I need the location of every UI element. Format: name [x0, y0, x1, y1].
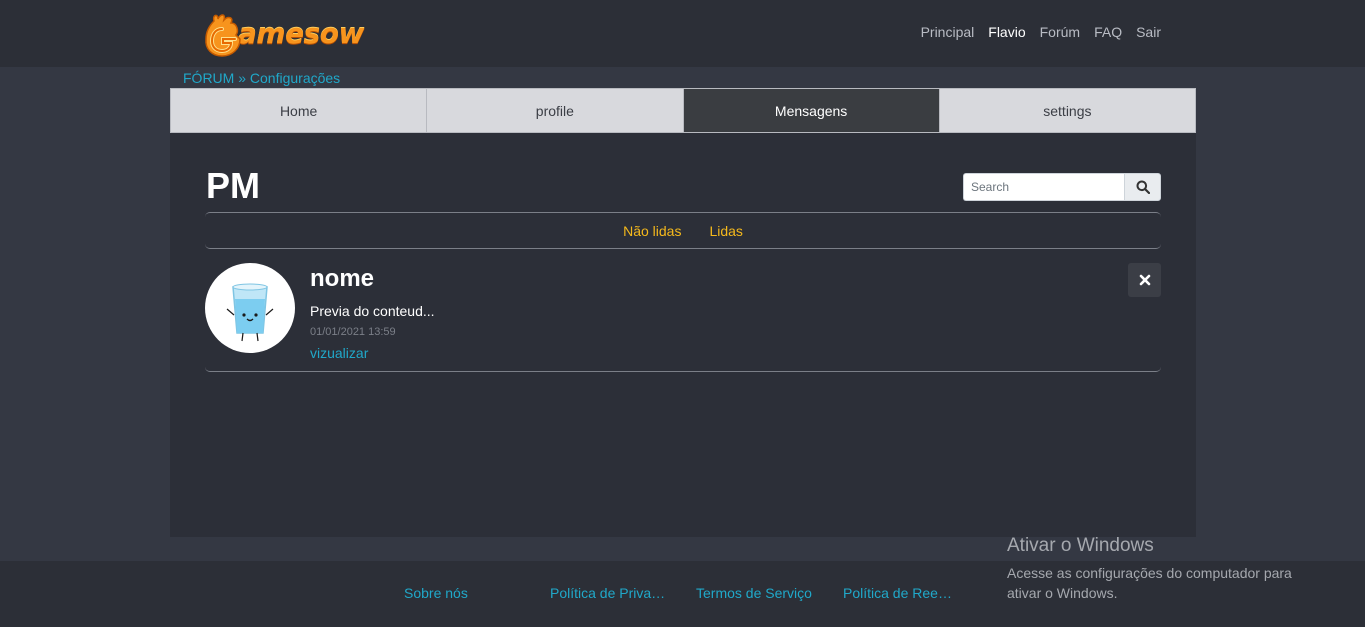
search-button[interactable]: [1124, 173, 1161, 201]
breadcrumb: FÓRUM » Configurações: [183, 70, 340, 86]
message-date: 01/01/2021 13:59: [310, 326, 396, 338]
search-box: [963, 173, 1161, 201]
tab-mensagens[interactable]: Mensagens: [683, 89, 940, 132]
search-icon: [1136, 180, 1150, 194]
top-nav: Principal Flavio Forúm FAQ Sair: [921, 24, 1161, 40]
messages-panel: PM Não lidas Lidas: [170, 133, 1196, 537]
close-icon: [1139, 274, 1150, 286]
nav-user-flavio[interactable]: Flavio: [988, 24, 1025, 40]
breadcrumb-current[interactable]: Configurações: [250, 70, 340, 86]
footer-link-refund[interactable]: Política de Reembolso: [843, 585, 960, 601]
breadcrumb-root[interactable]: FÓRUM: [183, 70, 234, 86]
filter-read[interactable]: Lidas: [709, 223, 742, 239]
breadcrumb-separator: »: [238, 70, 247, 86]
message-item: nome Previa do conteud... 01/01/2021 13:…: [205, 261, 1161, 372]
top-navbar: amesow Principal Flavio Forúm FAQ Sair: [0, 0, 1365, 67]
search-input[interactable]: [963, 173, 1124, 201]
tab-profile[interactable]: profile: [427, 89, 684, 132]
nav-sair[interactable]: Sair: [1136, 24, 1161, 40]
flame-g-logo-icon: [204, 13, 241, 57]
filter-unread[interactable]: Não lidas: [623, 223, 681, 239]
nav-faq[interactable]: FAQ: [1094, 24, 1122, 40]
view-message-link[interactable]: vizualizar: [310, 345, 368, 361]
footer-link-privacy[interactable]: Política de Privacidade: [550, 585, 669, 601]
message-sender-name: nome: [310, 265, 375, 292]
gamesow-logo[interactable]: amesow: [204, 10, 374, 57]
footer-link-about[interactable]: Sobre nós: [404, 585, 474, 601]
tab-home[interactable]: Home: [171, 89, 428, 132]
message-filters: Não lidas Lidas: [205, 212, 1161, 249]
windows-activation-watermark: Ativar o Windows Acesse as configurações…: [1007, 535, 1317, 603]
tab-settings[interactable]: settings: [940, 89, 1195, 132]
footer-link-terms[interactable]: Termos de Serviço: [696, 585, 816, 601]
water-glass-mascot-icon: [226, 283, 274, 342]
nav-principal[interactable]: Principal: [921, 24, 975, 40]
watermark-subtitle: Acesse as configurações do computador pa…: [1007, 565, 1292, 601]
logo-text: amesow: [238, 16, 364, 50]
delete-message-button[interactable]: [1128, 263, 1161, 297]
message-preview: Previa do conteud...: [310, 303, 435, 319]
watermark-title: Ativar o Windows: [1007, 535, 1154, 556]
avatar[interactable]: [205, 263, 295, 353]
nav-forum[interactable]: Forúm: [1040, 24, 1080, 40]
page-title: PM: [206, 165, 260, 206]
section-tabs: Home profile Mensagens settings: [170, 88, 1196, 133]
